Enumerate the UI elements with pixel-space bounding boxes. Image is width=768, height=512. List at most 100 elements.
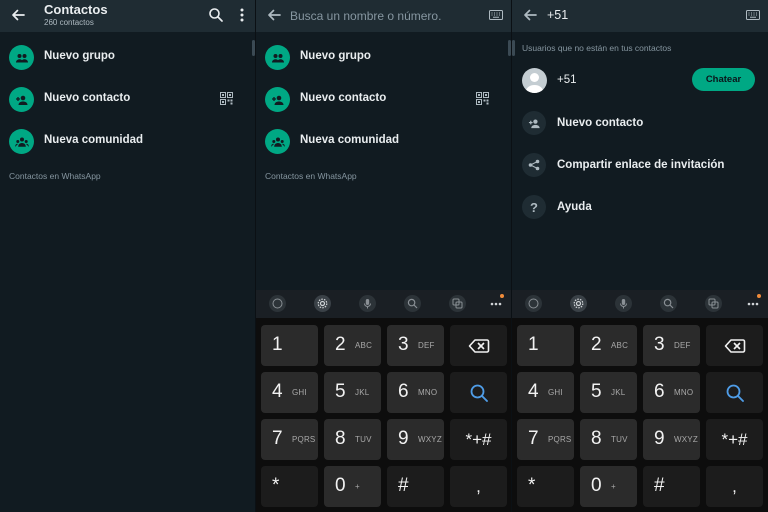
- new-group-item[interactable]: Nuevo grupo: [256, 37, 511, 77]
- key-digit: 1: [528, 334, 539, 355]
- key-0[interactable]: 0 +: [324, 466, 381, 507]
- settings-icon[interactable]: [570, 295, 587, 312]
- key-hash[interactable]: #: [387, 466, 444, 507]
- back-arrow-icon[interactable]: [10, 7, 26, 23]
- comma-key[interactable]: ,: [450, 466, 507, 507]
- search-icon: [470, 384, 488, 402]
- key-digit: 5: [335, 381, 346, 402]
- contacts-panel: Contactos 260 contactos Nuevo grupo Nuev…: [0, 0, 255, 512]
- community-icon: [265, 129, 290, 154]
- key-letters: WXYZ: [418, 435, 442, 444]
- add-person-icon: [9, 87, 34, 112]
- key-4[interactable]: 4 GHI: [517, 372, 574, 413]
- key-letters: DEF: [418, 341, 435, 350]
- key-letters: ABC: [611, 341, 629, 350]
- chat-button[interactable]: Chatear: [692, 68, 755, 91]
- new-community-item[interactable]: Nueva comunidad: [0, 121, 255, 161]
- key-digit: 7: [272, 428, 283, 449]
- key-5[interactable]: 5 JKL: [324, 372, 381, 413]
- emoji-icon[interactable]: [525, 295, 542, 312]
- key-letters: GHI: [548, 388, 563, 397]
- symbols-key[interactable]: *+#: [450, 419, 507, 460]
- key-digit: 6: [398, 381, 409, 402]
- key-8[interactable]: 8 TUV: [324, 419, 381, 460]
- settings-icon[interactable]: [314, 295, 331, 312]
- key-1[interactable]: 1: [517, 325, 574, 366]
- scroll-indicator[interactable]: [512, 40, 515, 56]
- search-panel: Nuevo grupo Nuevo contacto Nueva comunid…: [256, 0, 511, 512]
- translate-icon[interactable]: [449, 295, 466, 312]
- key-9[interactable]: 9 WXYZ: [643, 419, 700, 460]
- emoji-icon[interactable]: [269, 295, 286, 312]
- back-arrow-icon[interactable]: [522, 7, 538, 23]
- search-icon[interactable]: [404, 295, 421, 312]
- help-item[interactable]: ? Ayuda: [512, 188, 768, 228]
- key-digit: 2: [591, 334, 602, 355]
- key-letters: TUV: [355, 435, 372, 444]
- search-query[interactable]: +51: [547, 8, 568, 22]
- key-letters: MNO: [418, 388, 438, 397]
- new-community-item[interactable]: Nueva comunidad: [256, 121, 511, 161]
- search-key[interactable]: [706, 372, 763, 413]
- keyboard-icon[interactable]: [746, 10, 760, 20]
- key-letters: DEF: [674, 341, 691, 350]
- backspace-key[interactable]: [706, 325, 763, 366]
- new-group-item[interactable]: Nuevo grupo: [0, 37, 255, 77]
- new-contact-item[interactable]: Nuevo contacto: [512, 104, 768, 144]
- more-icon[interactable]: [490, 302, 502, 306]
- key-9[interactable]: 9 WXYZ: [387, 419, 444, 460]
- key-0[interactable]: 0 +: [580, 466, 637, 507]
- search-icon[interactable]: [660, 295, 677, 312]
- key-letters: +: [611, 482, 616, 491]
- key-2[interactable]: 2 ABC: [324, 325, 381, 366]
- key-star[interactable]: *: [517, 466, 574, 507]
- share-invite-link-item[interactable]: Compartir enlace de invitación: [512, 146, 768, 186]
- key-hash[interactable]: #: [643, 466, 700, 507]
- back-arrow-icon[interactable]: [266, 7, 282, 23]
- more-options-icon[interactable]: [234, 7, 250, 23]
- key-7[interactable]: 7 PQRS: [517, 419, 574, 460]
- key-digit: #: [654, 475, 665, 496]
- item-label: Ayuda: [557, 201, 592, 213]
- symbols-key[interactable]: *+#: [706, 419, 763, 460]
- key-6[interactable]: 6 MNO: [387, 372, 444, 413]
- item-label: Nuevo grupo: [300, 50, 371, 62]
- key-3[interactable]: 3 DEF: [643, 325, 700, 366]
- search-bar: [256, 0, 511, 32]
- key-1[interactable]: 1: [261, 325, 318, 366]
- qr-code-icon[interactable]: [476, 92, 489, 105]
- key-6[interactable]: 6 MNO: [643, 372, 700, 413]
- key-5[interactable]: 5 JKL: [580, 372, 637, 413]
- key-star[interactable]: *: [261, 466, 318, 507]
- section-header: Contactos en WhatsApp: [9, 171, 101, 181]
- key-digit: 0: [591, 475, 602, 496]
- translate-icon[interactable]: [705, 295, 722, 312]
- search-input[interactable]: [290, 6, 480, 26]
- key-3[interactable]: 3 DEF: [387, 325, 444, 366]
- group-icon: [265, 45, 290, 70]
- group-icon: [9, 45, 34, 70]
- numeric-keypad: 1 2 ABC 3 DEF 4 GHI 5 JKL 6 MNO 7 PQRS 8 TUV 9W…: [512, 318, 768, 512]
- search-bar: +51: [512, 0, 768, 32]
- key-4[interactable]: 4 GHI: [261, 372, 318, 413]
- new-contact-item[interactable]: Nuevo contacto: [0, 79, 255, 119]
- notification-dot: [757, 294, 761, 298]
- mic-icon[interactable]: [615, 295, 632, 312]
- key-letters: JKL: [611, 388, 626, 397]
- key-7[interactable]: 7 PQRS: [261, 419, 318, 460]
- mic-icon[interactable]: [359, 295, 376, 312]
- search-key[interactable]: [450, 372, 507, 413]
- backspace-key[interactable]: [450, 325, 507, 366]
- keyboard-icon[interactable]: [489, 10, 503, 20]
- qr-code-icon[interactable]: [220, 92, 233, 105]
- more-icon[interactable]: [747, 302, 759, 306]
- comma-key[interactable]: ,: [706, 466, 763, 507]
- key-8[interactable]: 8 TUV: [580, 419, 637, 460]
- search-icon[interactable]: [208, 7, 224, 23]
- symbols-label: *+#: [465, 429, 492, 449]
- result-number[interactable]: +51: [557, 74, 577, 86]
- comma-label: ,: [476, 476, 481, 496]
- new-contact-item[interactable]: Nuevo contacto: [256, 79, 511, 119]
- key-2[interactable]: 2 ABC: [580, 325, 637, 366]
- help-icon: ?: [522, 195, 546, 219]
